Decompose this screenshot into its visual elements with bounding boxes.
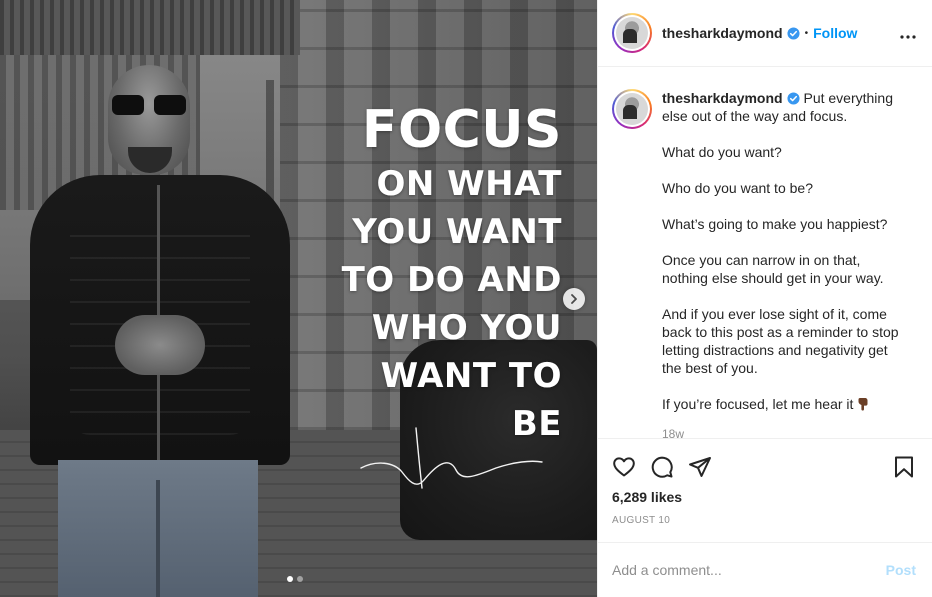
- carousel-dot: [297, 576, 303, 582]
- heart-icon[interactable]: [612, 455, 636, 479]
- post-header: thesharkdaymond • Follow: [598, 0, 932, 68]
- chevron-right-icon: [571, 294, 577, 304]
- caption-paragraph-last: If you’re focused, let me hear it: [662, 395, 907, 413]
- avatar-ring-inner: [614, 15, 650, 51]
- person-hands: [115, 315, 205, 375]
- verified-badge-icon: [787, 26, 800, 40]
- header-username[interactable]: thesharkdaymond: [662, 25, 783, 41]
- avatar-image: [616, 17, 648, 49]
- carousel-dot-active: [287, 576, 293, 582]
- caption-avatar-ring-inner: [614, 91, 650, 128]
- post-actions-area: 6,289 likes AUGUST 10: [598, 437, 932, 542]
- person-jeans: [58, 460, 258, 597]
- photo-person: [30, 65, 290, 597]
- caption-text-3: Who do you want to be?: [662, 180, 813, 197]
- instagram-post: FOCUS ON WHAT YOU WANT TO DO AND WHO YOU…: [0, 0, 932, 597]
- photo-bridge-deck: [0, 0, 300, 55]
- caption-text-7: If you’re focused, let me hear it: [662, 396, 854, 413]
- header-separator: •: [804, 27, 809, 39]
- headline-line-3: TO DO AND: [341, 260, 562, 300]
- caption-username[interactable]: thesharkdaymond: [662, 90, 783, 106]
- action-bar: [612, 447, 916, 487]
- pointing-down-hand-emoji-icon: [858, 398, 868, 411]
- post-side-panel: thesharkdaymond • Follow thesharkdaymond…: [597, 0, 932, 597]
- bookmark-icon[interactable]: [892, 455, 916, 479]
- post-age[interactable]: 18w: [662, 425, 907, 438]
- caption-text-6: And if you ever lose sight of it, come b…: [662, 306, 899, 377]
- caption-text-2: What do you want?: [662, 144, 782, 161]
- headline-line-1: ON WHAT: [376, 164, 562, 204]
- sunglasses: [112, 95, 186, 117]
- caption-text-5: Once you can narrow in on that, nothing …: [662, 252, 884, 287]
- headline-line-4: WHO YOU: [371, 308, 562, 348]
- add-comment-form: Post: [598, 541, 932, 597]
- post-date[interactable]: AUGUST 10: [612, 515, 916, 526]
- caption-body: thesharkdaymond Put everything else out …: [662, 89, 907, 438]
- caption-text-4: What’s going to make you happiest?: [662, 216, 888, 233]
- post-comment-button[interactable]: Post: [886, 562, 916, 578]
- caption-paragraph: thesharkdaymond Put everything else out …: [662, 89, 907, 125]
- headline-line-2: YOU WANT: [352, 212, 562, 252]
- comments-section[interactable]: thesharkdaymond Put everything else out …: [598, 67, 932, 438]
- verified-badge-icon: [787, 92, 800, 105]
- caption-avatar-image: [616, 93, 648, 126]
- comment-bubble-icon[interactable]: [650, 455, 674, 479]
- more-options-button[interactable]: [900, 28, 916, 39]
- caption: thesharkdaymond Put everything else out …: [612, 89, 916, 438]
- image-headline: FOCUS ON WHAT YOU WANT TO DO AND WHO YOU…: [322, 100, 562, 448]
- signature-graphic: [360, 427, 543, 489]
- caption-avatar[interactable]: [612, 89, 652, 130]
- comment-input[interactable]: [612, 561, 886, 578]
- carousel-next-button[interactable]: [563, 288, 585, 310]
- follow-button[interactable]: Follow: [813, 25, 857, 41]
- avatar[interactable]: [612, 13, 652, 53]
- post-media[interactable]: FOCUS ON WHAT YOU WANT TO DO AND WHO YOU…: [0, 0, 597, 597]
- headline-focus: FOCUS: [361, 100, 562, 160]
- paper-plane-icon[interactable]: [688, 455, 712, 479]
- more-dots-icon: [900, 34, 916, 39]
- likes-count[interactable]: 6,289 likes: [612, 489, 916, 505]
- carousel-indicator: [287, 576, 303, 582]
